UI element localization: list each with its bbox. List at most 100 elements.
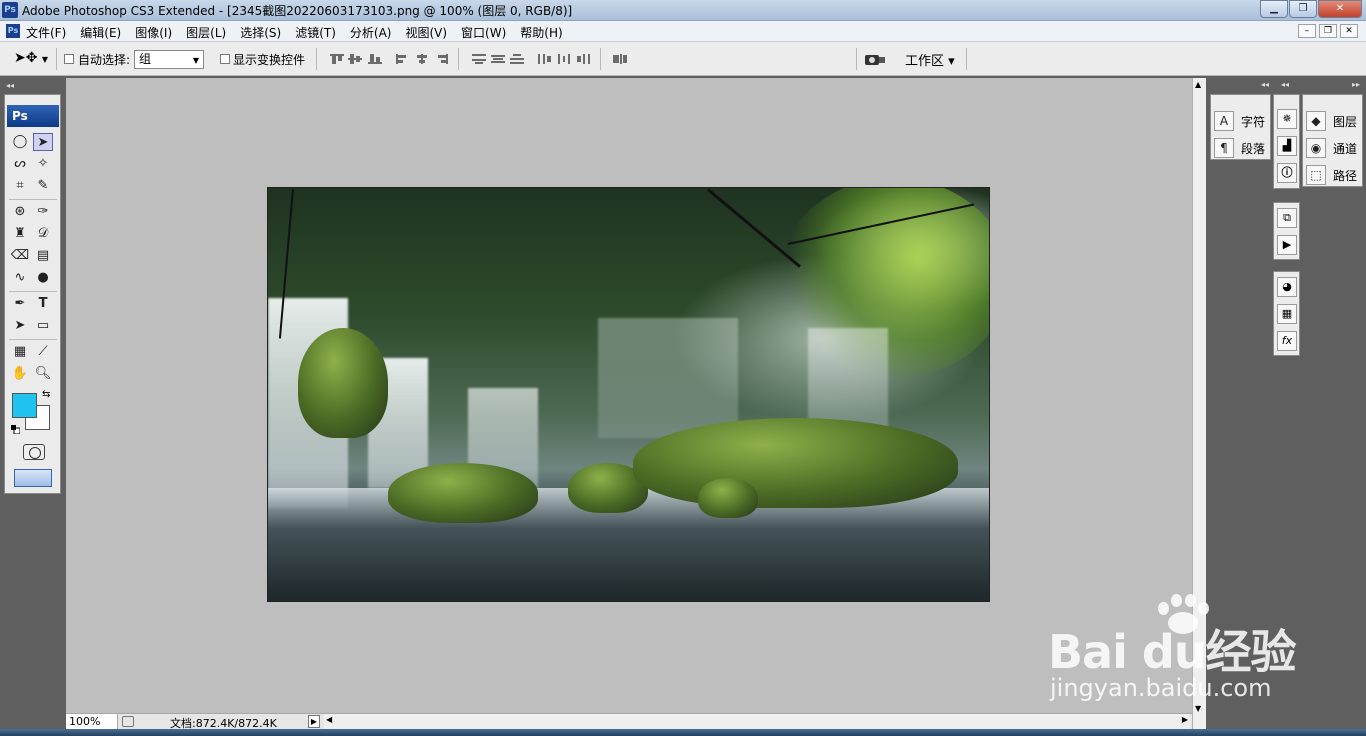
lasso-tool-icon[interactable]: ᔕ xyxy=(10,155,30,173)
gradient-tool-icon[interactable]: ▤ xyxy=(33,247,53,265)
foreground-color-swatch-top[interactable] xyxy=(12,393,37,418)
doc-restore-button[interactable]: ❐ xyxy=(1319,24,1337,38)
styles-fx-icon[interactable]: fx xyxy=(1277,331,1297,351)
character-icon: A xyxy=(1214,111,1234,131)
dodge-tool-icon[interactable]: ● xyxy=(33,269,53,287)
blur-tool-icon[interactable]: ∿ xyxy=(10,269,30,287)
status-menu-arrow-icon[interactable]: ▶ xyxy=(308,715,320,728)
history-brush-tool-icon[interactable]: 𝒟 xyxy=(33,225,53,243)
tool-preset-picker[interactable]: ➤✥ ▼ xyxy=(14,50,48,66)
pen-tool-icon[interactable]: ✒ xyxy=(10,295,30,313)
color-icon[interactable]: ◕ xyxy=(1277,277,1297,297)
auto-align-layers-icon[interactable] xyxy=(613,54,627,64)
default-colors-icon[interactable] xyxy=(11,423,21,435)
histogram-icon[interactable]: ▟ xyxy=(1277,136,1297,156)
magic-wand-tool-icon[interactable]: ✧ xyxy=(33,155,53,173)
panel-label: 字符 xyxy=(1241,114,1266,129)
window-title: Adobe Photoshop CS3 Extended - [2345截图20… xyxy=(22,4,573,18)
zoom-tool-icon[interactable]: 🔍︎ xyxy=(33,365,53,383)
quick-mask-button[interactable] xyxy=(23,444,45,460)
distribute-top-icon[interactable] xyxy=(472,54,486,64)
workspace-menu-button[interactable]: 工作区 ▾ xyxy=(905,50,955,69)
clone-stamp-tool-icon[interactable]: ♜ xyxy=(10,225,30,243)
panel-character[interactable]: A 字符 xyxy=(1214,109,1265,133)
menu-layer[interactable]: 图层(L) xyxy=(186,24,226,41)
slice-tool-icon[interactable]: ✎ xyxy=(33,177,53,195)
hand-tool-icon[interactable]: ✋ xyxy=(10,365,30,383)
info-icon[interactable]: ⓘ xyxy=(1277,163,1297,183)
dock-collapse-icon[interactable]: ◂◂ xyxy=(1213,80,1269,92)
menu-help[interactable]: 帮助(H) xyxy=(520,24,562,41)
path-selection-tool-icon[interactable]: ➤ xyxy=(10,317,30,335)
zoom-level-field[interactable]: 100% xyxy=(66,714,118,729)
panel-channels[interactable]: ◉ 通道 xyxy=(1306,136,1357,160)
align-bottom-icon[interactable] xyxy=(368,54,382,64)
scroll-down-icon[interactable]: ▼ xyxy=(1195,704,1201,713)
shape-tool-icon[interactable]: ▭ xyxy=(33,317,53,335)
marquee-tool-icon[interactable]: ◯ xyxy=(10,133,30,151)
close-button[interactable]: ✕ xyxy=(1318,0,1362,18)
menu-edit[interactable]: 编辑(E) xyxy=(80,24,121,41)
image-rock xyxy=(388,463,538,523)
align-top-icon[interactable] xyxy=(330,54,344,64)
scroll-right-icon[interactable]: ▶ xyxy=(1182,715,1188,724)
panel-paths[interactable]: ⬚ 路径 xyxy=(1306,163,1357,187)
eyedropper-tool-icon[interactable]: ⟋ xyxy=(33,343,53,361)
screen-mode-button[interactable] xyxy=(14,469,52,487)
menu-file[interactable]: 文件(F) xyxy=(26,24,66,41)
align-left-icon[interactable] xyxy=(396,54,410,64)
distribute-vcenter-icon[interactable] xyxy=(491,54,505,64)
image-rock xyxy=(298,328,388,438)
distribute-bottom-icon[interactable] xyxy=(510,54,524,64)
scroll-up-icon[interactable]: ▲ xyxy=(1195,80,1201,89)
vertical-scrollbar[interactable]: ▲ ▼ xyxy=(1192,78,1206,729)
distribute-hcenter-icon[interactable] xyxy=(557,54,571,64)
maximize-button[interactable]: ❐ xyxy=(1289,0,1317,18)
panel-layers[interactable]: ◆ 图层 xyxy=(1306,109,1357,133)
distribute-left-icon[interactable] xyxy=(538,54,552,64)
menu-analysis[interactable]: 分析(A) xyxy=(350,24,392,41)
notes-tool-icon[interactable]: ▦ xyxy=(10,343,30,361)
swap-colors-icon[interactable]: ⇆ xyxy=(42,389,50,400)
horizontal-scrollbar[interactable]: ◀ ▶ xyxy=(324,714,1190,729)
history-icon[interactable]: ⧉ xyxy=(1277,208,1297,228)
document-icon[interactable]: Ps xyxy=(6,24,20,38)
status-info-icon[interactable] xyxy=(122,716,134,727)
distribute-right-icon[interactable] xyxy=(576,54,590,64)
separator xyxy=(316,48,317,70)
move-tool-icon[interactable]: ➤ xyxy=(33,133,53,151)
dock-collapse-icon[interactable]: ◂◂ xyxy=(1281,80,1289,92)
type-tool-icon[interactable]: T xyxy=(33,295,53,313)
auto-select-dropdown[interactable]: 组 ▼ xyxy=(134,50,204,69)
menu-filter[interactable]: 滤镜(T) xyxy=(295,24,336,41)
menu-bar: Ps 文件(F) 编辑(E) 图像(I) 图层(L) 选择(S) 滤镜(T) 分… xyxy=(0,21,1366,42)
align-hcenter-icon[interactable] xyxy=(415,54,429,64)
bridge-icon[interactable] xyxy=(864,52,886,66)
healing-brush-tool-icon[interactable]: ⊛ xyxy=(10,203,30,221)
collapse-icon[interactable]: ◂◂ xyxy=(6,81,14,90)
align-vcenter-icon[interactable] xyxy=(348,54,362,64)
show-transform-checkbox[interactable] xyxy=(220,54,230,64)
navigator-icon[interactable]: ✵ xyxy=(1277,109,1297,129)
panel-label: 图层 xyxy=(1333,114,1358,129)
brush-tool-icon[interactable]: ✑ xyxy=(33,203,53,221)
menu-image[interactable]: 图像(I) xyxy=(135,24,172,41)
eraser-tool-icon[interactable]: ⌫ xyxy=(10,247,30,265)
auto-select-checkbox[interactable] xyxy=(64,54,74,64)
crop-tool-icon[interactable]: ⌗ xyxy=(10,177,30,195)
doc-close-button[interactable]: ✕ xyxy=(1340,24,1358,38)
dock-expand-icon[interactable]: ▸▸ xyxy=(1352,80,1360,92)
menu-window[interactable]: 窗口(W) xyxy=(461,24,506,41)
actions-icon[interactable]: ▶ xyxy=(1277,235,1297,255)
panel-paragraph[interactable]: ¶ 段落 xyxy=(1214,136,1265,160)
menu-view[interactable]: 视图(V) xyxy=(405,24,447,41)
scroll-left-icon[interactable]: ◀ xyxy=(326,715,332,724)
document-image[interactable] xyxy=(267,187,990,602)
doc-minimize-button[interactable]: – xyxy=(1298,24,1316,38)
align-right-icon[interactable] xyxy=(434,54,448,64)
chevron-down-icon: ▼ xyxy=(41,55,49,64)
minimize-button[interactable]: ▁ xyxy=(1260,0,1288,18)
menu-select[interactable]: 选择(S) xyxy=(240,24,281,41)
swatches-icon[interactable]: ▦ xyxy=(1277,304,1297,324)
paths-icon: ⬚ xyxy=(1306,165,1326,185)
